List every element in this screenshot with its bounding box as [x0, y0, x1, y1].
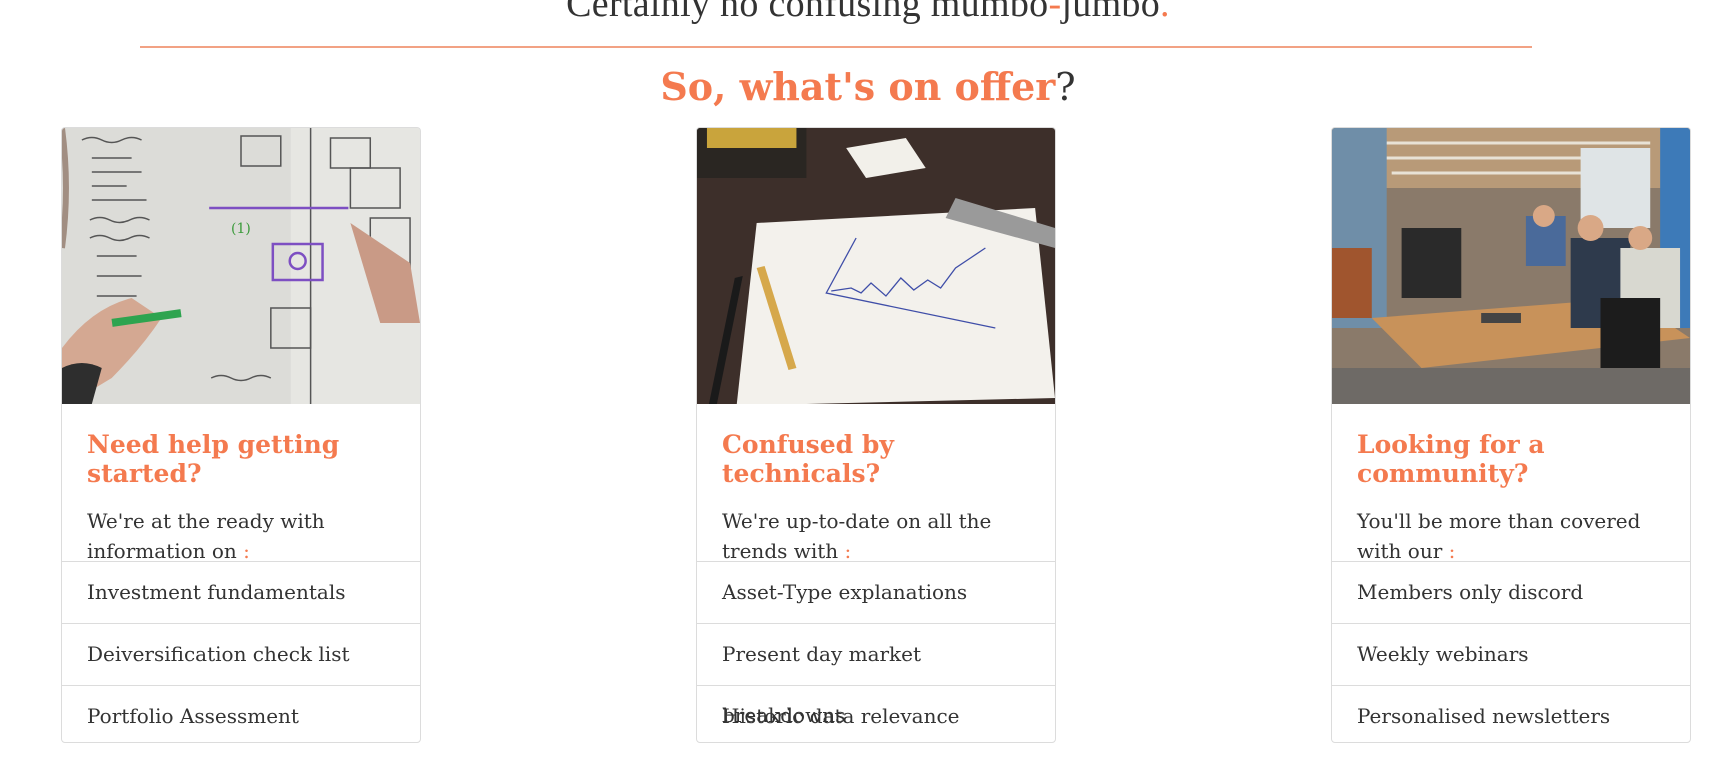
- tagline-period: .: [1160, 0, 1170, 25]
- card-text-body: We're up-to-date on all the trends with: [722, 509, 992, 563]
- list-item: Asset-Type explanations: [697, 561, 1055, 623]
- list-item: Members only discord: [1332, 561, 1690, 623]
- section-divider: [140, 46, 1532, 48]
- card-body: Need help getting started? We're at the …: [62, 404, 420, 563]
- card-body: Confused by technicals? We're up-to-date…: [697, 404, 1055, 563]
- office-community-photo: [1332, 128, 1690, 404]
- list-item: Investment fundamentals: [62, 561, 420, 623]
- list-item: Deiversification check list: [62, 623, 420, 685]
- card-text-colon: :: [844, 539, 852, 563]
- card-text-body: We're at the ready with information on: [87, 509, 325, 563]
- offer-card-technicals: Confused by technicals? We're up-to-date…: [696, 127, 1056, 743]
- tagline-text: Certainly no confusing mumbo: [566, 0, 1049, 25]
- tagline: Certainly no confusing mumbo-jumbo.: [0, 0, 1736, 26]
- tagline-text-2: jumbo: [1061, 0, 1161, 25]
- offer-list: Members only discord Weekly webinars Per…: [1332, 561, 1690, 742]
- list-item: Weekly webinars: [1332, 623, 1690, 685]
- card-text-body: You'll be more than covered with our: [1357, 509, 1641, 563]
- card-title: Looking for a community?: [1357, 430, 1545, 488]
- tagline-dash: -: [1048, 0, 1062, 25]
- chart-on-paper-photo: [697, 128, 1055, 404]
- list-item: Personalised newsletters: [1332, 685, 1690, 742]
- card-text-colon: :: [243, 539, 250, 563]
- card-text: You'll be more than covered with our :: [1357, 506, 1665, 566]
- card-title: Confused by technicals?: [722, 430, 894, 488]
- section-heading: So, what's on offer?: [0, 64, 1736, 109]
- card-text-colon: :: [1448, 539, 1456, 563]
- offer-list: Investment fundamentals Deiversification…: [62, 561, 420, 742]
- card-text: We're at the ready with information on :: [87, 506, 395, 566]
- offer-heading-question: ?: [1055, 65, 1076, 109]
- list-item: Present day market breakdowns: [697, 623, 1055, 727]
- whiteboard-planning-photo: (1): [62, 128, 420, 404]
- offer-card-getting-started: (1) Need help getting started? We're at …: [61, 127, 421, 743]
- offer-card-community: Looking for a community? You'll be more …: [1331, 127, 1691, 743]
- list-item: Portfolio Assessment: [62, 685, 420, 742]
- card-body: Looking for a community? You'll be more …: [1332, 404, 1690, 563]
- card-text: We're up-to-date on all the trends with …: [722, 506, 1030, 566]
- svg-text:(1): (1): [231, 221, 251, 237]
- offer-list: Asset-Type explanations Present day mark…: [697, 561, 1055, 742]
- card-title: Need help getting started?: [87, 430, 340, 488]
- offer-heading-text: So, what's on offer: [660, 64, 1056, 109]
- list-item: Historic data relevance: [697, 685, 1055, 742]
